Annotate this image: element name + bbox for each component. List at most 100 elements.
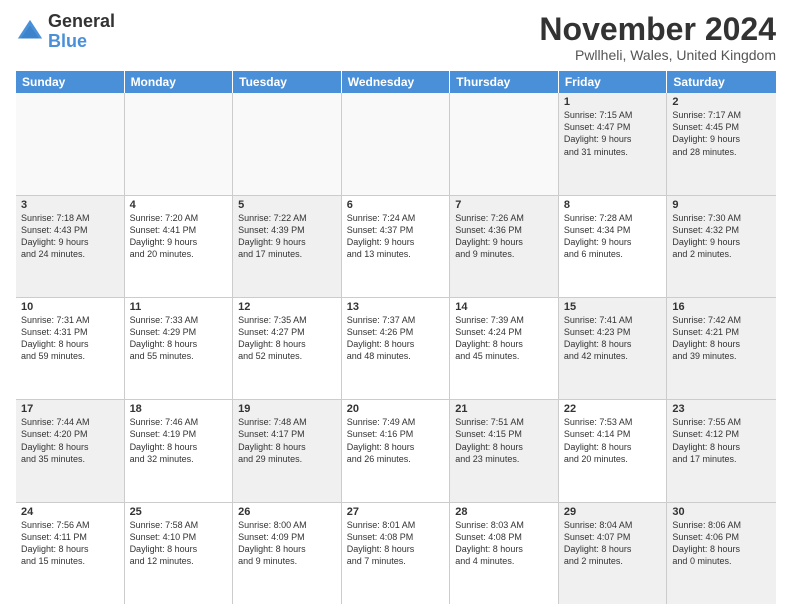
cell-details: Sunrise: 7:37 AM Sunset: 4:26 PM Dayligh…: [347, 314, 445, 363]
calendar-cell: [125, 93, 234, 194]
cell-details: Sunrise: 7:49 AM Sunset: 4:16 PM Dayligh…: [347, 416, 445, 465]
calendar-cell: 6Sunrise: 7:24 AM Sunset: 4:37 PM Daylig…: [342, 196, 451, 297]
calendar-cell: [342, 93, 451, 194]
cell-details: Sunrise: 7:48 AM Sunset: 4:17 PM Dayligh…: [238, 416, 336, 465]
day-number: 18: [130, 403, 228, 415]
cell-details: Sunrise: 7:41 AM Sunset: 4:23 PM Dayligh…: [564, 314, 662, 363]
calendar-cell: 7Sunrise: 7:26 AM Sunset: 4:36 PM Daylig…: [450, 196, 559, 297]
calendar-cell: 11Sunrise: 7:33 AM Sunset: 4:29 PM Dayli…: [125, 298, 234, 399]
calendar-row-2: 10Sunrise: 7:31 AM Sunset: 4:31 PM Dayli…: [16, 298, 776, 400]
logo-blue: Blue: [48, 31, 87, 51]
cell-details: Sunrise: 7:22 AM Sunset: 4:39 PM Dayligh…: [238, 212, 336, 261]
cell-details: Sunrise: 7:42 AM Sunset: 4:21 PM Dayligh…: [672, 314, 771, 363]
calendar-cell: 4Sunrise: 7:20 AM Sunset: 4:41 PM Daylig…: [125, 196, 234, 297]
cell-details: Sunrise: 7:15 AM Sunset: 4:47 PM Dayligh…: [564, 109, 662, 158]
cell-details: Sunrise: 7:28 AM Sunset: 4:34 PM Dayligh…: [564, 212, 662, 261]
header-saturday: Saturday: [667, 71, 776, 93]
location: Pwllheli, Wales, United Kingdom: [539, 47, 776, 63]
calendar-cell: 20Sunrise: 7:49 AM Sunset: 4:16 PM Dayli…: [342, 400, 451, 501]
calendar-cell: 21Sunrise: 7:51 AM Sunset: 4:15 PM Dayli…: [450, 400, 559, 501]
header-thursday: Thursday: [450, 71, 559, 93]
calendar-cell: 23Sunrise: 7:55 AM Sunset: 4:12 PM Dayli…: [667, 400, 776, 501]
cell-details: Sunrise: 7:44 AM Sunset: 4:20 PM Dayligh…: [21, 416, 119, 465]
day-number: 20: [347, 403, 445, 415]
calendar-header: Sunday Monday Tuesday Wednesday Thursday…: [16, 71, 776, 93]
day-number: 26: [238, 506, 336, 518]
calendar-cell: 1Sunrise: 7:15 AM Sunset: 4:47 PM Daylig…: [559, 93, 668, 194]
cell-details: Sunrise: 8:06 AM Sunset: 4:06 PM Dayligh…: [672, 519, 771, 568]
cell-details: Sunrise: 7:58 AM Sunset: 4:10 PM Dayligh…: [130, 519, 228, 568]
cell-details: Sunrise: 7:26 AM Sunset: 4:36 PM Dayligh…: [455, 212, 553, 261]
day-number: 22: [564, 403, 662, 415]
day-number: 27: [347, 506, 445, 518]
calendar-cell: [16, 93, 125, 194]
day-number: 28: [455, 506, 553, 518]
day-number: 9: [672, 199, 771, 211]
day-number: 29: [564, 506, 662, 518]
calendar-cell: 9Sunrise: 7:30 AM Sunset: 4:32 PM Daylig…: [667, 196, 776, 297]
logo-general: General: [48, 11, 115, 31]
calendar-cell: 27Sunrise: 8:01 AM Sunset: 4:08 PM Dayli…: [342, 503, 451, 604]
calendar-cell: 19Sunrise: 7:48 AM Sunset: 4:17 PM Dayli…: [233, 400, 342, 501]
day-number: 7: [455, 199, 553, 211]
day-number: 2: [672, 96, 771, 108]
day-number: 19: [238, 403, 336, 415]
cell-details: Sunrise: 8:03 AM Sunset: 4:08 PM Dayligh…: [455, 519, 553, 568]
calendar-cell: 14Sunrise: 7:39 AM Sunset: 4:24 PM Dayli…: [450, 298, 559, 399]
day-number: 12: [238, 301, 336, 313]
title-block: November 2024 Pwllheli, Wales, United Ki…: [539, 12, 776, 63]
calendar-cell: 29Sunrise: 8:04 AM Sunset: 4:07 PM Dayli…: [559, 503, 668, 604]
calendar-cell: [233, 93, 342, 194]
day-number: 3: [21, 199, 119, 211]
calendar-cell: 24Sunrise: 7:56 AM Sunset: 4:11 PM Dayli…: [16, 503, 125, 604]
calendar-body: 1Sunrise: 7:15 AM Sunset: 4:47 PM Daylig…: [16, 93, 776, 604]
day-number: 13: [347, 301, 445, 313]
calendar-cell: 18Sunrise: 7:46 AM Sunset: 4:19 PM Dayli…: [125, 400, 234, 501]
cell-details: Sunrise: 7:35 AM Sunset: 4:27 PM Dayligh…: [238, 314, 336, 363]
calendar: Sunday Monday Tuesday Wednesday Thursday…: [16, 71, 776, 604]
day-number: 6: [347, 199, 445, 211]
calendar-row-0: 1Sunrise: 7:15 AM Sunset: 4:47 PM Daylig…: [16, 93, 776, 195]
day-number: 14: [455, 301, 553, 313]
calendar-cell: 5Sunrise: 7:22 AM Sunset: 4:39 PM Daylig…: [233, 196, 342, 297]
calendar-row-3: 17Sunrise: 7:44 AM Sunset: 4:20 PM Dayli…: [16, 400, 776, 502]
cell-details: Sunrise: 7:46 AM Sunset: 4:19 PM Dayligh…: [130, 416, 228, 465]
calendar-cell: 13Sunrise: 7:37 AM Sunset: 4:26 PM Dayli…: [342, 298, 451, 399]
cell-details: Sunrise: 7:31 AM Sunset: 4:31 PM Dayligh…: [21, 314, 119, 363]
day-number: 4: [130, 199, 228, 211]
day-number: 8: [564, 199, 662, 211]
header-tuesday: Tuesday: [233, 71, 342, 93]
cell-details: Sunrise: 7:30 AM Sunset: 4:32 PM Dayligh…: [672, 212, 771, 261]
logo-icon: [16, 18, 44, 46]
logo: General Blue: [16, 12, 115, 52]
day-number: 5: [238, 199, 336, 211]
logo-text: General Blue: [48, 12, 115, 52]
header-sunday: Sunday: [16, 71, 125, 93]
day-number: 1: [564, 96, 662, 108]
cell-details: Sunrise: 7:56 AM Sunset: 4:11 PM Dayligh…: [21, 519, 119, 568]
calendar-cell: 22Sunrise: 7:53 AM Sunset: 4:14 PM Dayli…: [559, 400, 668, 501]
calendar-cell: 8Sunrise: 7:28 AM Sunset: 4:34 PM Daylig…: [559, 196, 668, 297]
day-number: 17: [21, 403, 119, 415]
day-number: 11: [130, 301, 228, 313]
calendar-row-1: 3Sunrise: 7:18 AM Sunset: 4:43 PM Daylig…: [16, 196, 776, 298]
cell-details: Sunrise: 8:04 AM Sunset: 4:07 PM Dayligh…: [564, 519, 662, 568]
calendar-cell: 16Sunrise: 7:42 AM Sunset: 4:21 PM Dayli…: [667, 298, 776, 399]
month-title: November 2024: [539, 12, 776, 47]
day-number: 10: [21, 301, 119, 313]
cell-details: Sunrise: 8:00 AM Sunset: 4:09 PM Dayligh…: [238, 519, 336, 568]
header-monday: Monday: [125, 71, 234, 93]
calendar-cell: 25Sunrise: 7:58 AM Sunset: 4:10 PM Dayli…: [125, 503, 234, 604]
calendar-row-4: 24Sunrise: 7:56 AM Sunset: 4:11 PM Dayli…: [16, 503, 776, 604]
page: General Blue November 2024 Pwllheli, Wal…: [0, 0, 792, 612]
calendar-cell: 17Sunrise: 7:44 AM Sunset: 4:20 PM Dayli…: [16, 400, 125, 501]
calendar-cell: 26Sunrise: 8:00 AM Sunset: 4:09 PM Dayli…: [233, 503, 342, 604]
cell-details: Sunrise: 8:01 AM Sunset: 4:08 PM Dayligh…: [347, 519, 445, 568]
day-number: 25: [130, 506, 228, 518]
calendar-cell: 3Sunrise: 7:18 AM Sunset: 4:43 PM Daylig…: [16, 196, 125, 297]
cell-details: Sunrise: 7:33 AM Sunset: 4:29 PM Dayligh…: [130, 314, 228, 363]
day-number: 21: [455, 403, 553, 415]
header-friday: Friday: [559, 71, 668, 93]
day-number: 30: [672, 506, 771, 518]
cell-details: Sunrise: 7:53 AM Sunset: 4:14 PM Dayligh…: [564, 416, 662, 465]
